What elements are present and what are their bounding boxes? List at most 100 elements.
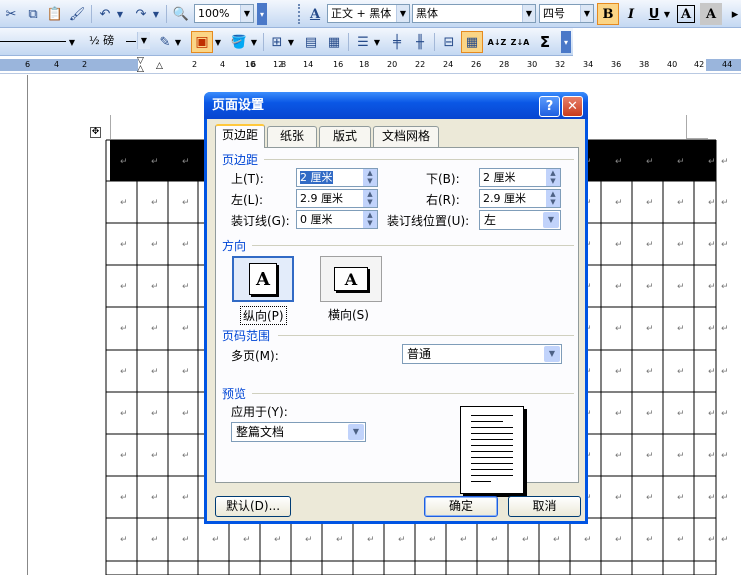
chevron-down-icon[interactable]: ▼: [348, 424, 364, 440]
cell-end-mark: ↵: [708, 535, 716, 545]
styles-icon[interactable]: A: [304, 3, 326, 25]
style-combo[interactable]: 正文 + 黑体 ▼: [327, 4, 410, 23]
chevron-down-icon[interactable]: ▼: [544, 346, 560, 362]
underline-dropdown-icon[interactable]: ▼: [662, 3, 672, 25]
tab-document-grid[interactable]: 文档网格: [373, 126, 439, 147]
chevron-down-icon[interactable]: ▼: [286, 31, 296, 53]
char-shading-button[interactable]: A: [700, 3, 722, 25]
help-button[interactable]: ?: [539, 96, 560, 117]
bottom-margin-spinner[interactable]: 2 厘米 ▲ ▼: [479, 168, 561, 187]
cell-end-mark: ↵: [336, 535, 344, 545]
chevron-down-icon[interactable]: ▼: [543, 212, 559, 228]
cell-end-mark: ↵: [677, 493, 685, 503]
font-value: 黑体: [416, 7, 438, 20]
char-border-button[interactable]: A: [677, 5, 695, 23]
zoom-combo[interactable]: 100% ▼: [194, 4, 254, 23]
chevron-down-icon[interactable]: ▼: [396, 5, 409, 22]
top-margin-spinner[interactable]: 2 厘米 ▲ ▼: [296, 168, 378, 187]
zoom-icon[interactable]: 🔍: [170, 3, 192, 25]
page-setup-dialog: 页面设置 ? ✕ 页边距 纸张 版式 文档网格 页边距 上(T): 2 厘米 ▲ ▼…: [204, 92, 588, 524]
autosum-icon[interactable]: Σ: [534, 31, 556, 53]
tab-panel: 页边距 上(T): 2 厘米 ▲ ▼ 下(B): 2 厘米 ▲ ▼ 左(L): 2.9 …: [215, 147, 579, 494]
right-margin-spinner[interactable]: 2.9 厘米 ▲ ▼: [479, 189, 561, 208]
line-style-preview[interactable]: [0, 41, 66, 42]
cell-end-mark: ↵: [615, 493, 623, 503]
landscape-label[interactable]: 横向(S): [328, 306, 369, 323]
shading-color-icon[interactable]: 🪣: [228, 31, 250, 53]
redo-icon[interactable]: ↷: [130, 3, 152, 25]
chevron-down-icon[interactable]: ▼: [66, 31, 78, 53]
ruler-number: 16: [333, 60, 344, 69]
align-icon[interactable]: ☰: [352, 31, 374, 53]
outside-border-icon[interactable]: ▣: [191, 31, 213, 53]
undo-icon[interactable]: ↶: [94, 3, 116, 25]
cell-end-mark: ↵: [646, 535, 654, 545]
chevron-down-icon[interactable]: ▼: [522, 5, 535, 22]
cell-end-mark: ↵: [151, 324, 159, 334]
portrait-option[interactable]: A: [232, 256, 294, 302]
split-cells-icon[interactable]: ▦: [323, 31, 345, 53]
paste-icon[interactable]: 📋: [44, 3, 66, 25]
spinner-arrows-icon[interactable]: ▲ ▼: [362, 190, 377, 207]
hanging-indent-marker[interactable]: △: [156, 61, 163, 71]
close-button[interactable]: ✕: [562, 96, 583, 117]
autofit-icon[interactable]: ▦: [461, 31, 483, 53]
tab-paper[interactable]: 纸张: [267, 126, 317, 147]
chevron-down-icon[interactable]: ▼: [137, 32, 150, 49]
left-margin-spinner[interactable]: 2.9 厘米 ▲ ▼: [296, 189, 378, 208]
cell-end-mark: ↵: [646, 451, 654, 461]
chevron-down-icon[interactable]: ▼: [213, 31, 223, 53]
apply-to-select[interactable]: 整篇文档 ▼: [231, 422, 366, 442]
spinner-arrows-icon[interactable]: ▲ ▼: [545, 169, 560, 186]
landscape-page-icon: A: [334, 267, 368, 291]
font-combo[interactable]: 黑体 ▼: [412, 4, 536, 23]
first-line-indent-marker[interactable]: ▽ △: [137, 57, 144, 74]
redo-dropdown-icon[interactable]: ▼: [150, 3, 162, 25]
chevron-down-icon[interactable]: ▼: [249, 31, 259, 53]
toolbar-grip[interactable]: [298, 4, 301, 24]
tab-layout[interactable]: 版式: [319, 126, 371, 147]
font-size-combo[interactable]: 四号 ▼: [539, 4, 594, 23]
multiple-pages-select[interactable]: 普通 ▼: [402, 344, 562, 364]
copy-icon[interactable]: ⧉: [22, 3, 44, 25]
italic-button[interactable]: I: [620, 3, 642, 25]
chevron-down-icon[interactable]: ▼: [240, 5, 253, 22]
distribute-columns-icon[interactable]: ╫: [409, 31, 431, 53]
distribute-rows-icon[interactable]: ╪: [386, 31, 408, 53]
chevron-down-icon[interactable]: ▼: [372, 31, 382, 53]
chevron-down-icon[interactable]: ▼: [580, 5, 593, 22]
chevron-down-icon[interactable]: ▼: [173, 31, 183, 53]
spinner-arrows-icon[interactable]: ▲ ▼: [362, 211, 377, 228]
sort-ascending-icon[interactable]: A↓Z: [486, 31, 508, 53]
ok-button[interactable]: 确定: [424, 496, 498, 517]
merge-cells-icon[interactable]: ▤: [300, 31, 322, 53]
gutter-position-select[interactable]: 左 ▼: [479, 210, 561, 230]
row-end-mark: ↵: [721, 198, 729, 208]
close-icon: ✕: [567, 99, 578, 114]
dialog-title[interactable]: 页面设置: [204, 92, 588, 119]
spinner-arrows-icon[interactable]: ▲ ▼: [362, 169, 377, 186]
tab-margins[interactable]: 页边距: [215, 124, 265, 148]
pages-section-title: 页码范围: [222, 329, 271, 343]
table-autoformat-icon[interactable]: ⊟: [438, 31, 460, 53]
default-button[interactable]: 默认(D)...: [215, 496, 291, 517]
gutter-spinner[interactable]: 0 厘米 ▲ ▼: [296, 210, 378, 229]
cancel-button[interactable]: 取消: [508, 496, 581, 517]
ruler-number: 14: [303, 60, 314, 69]
portrait-label[interactable]: 纵向(P): [240, 306, 287, 325]
cell-end-mark: ↵: [151, 157, 159, 167]
cut-icon[interactable]: ✂: [0, 3, 22, 25]
toolbar-options-icon[interactable]: ▾: [257, 3, 267, 25]
horizontal-ruler[interactable]: 6 4 2 ▽ △ △ 2 4 6 8 10 12 14 16 18 20 22 …: [0, 57, 741, 74]
toolbar-options-icon[interactable]: ▾: [561, 31, 571, 53]
line-weight-combo[interactable]: ½ 磅 ▼: [86, 32, 150, 51]
format-painter-icon[interactable]: 🖌: [66, 3, 88, 25]
sort-descending-icon[interactable]: Z↓A: [509, 31, 531, 53]
cell-end-mark: ↵: [615, 451, 623, 461]
landscape-option[interactable]: A: [320, 256, 382, 302]
insert-table-icon[interactable]: ⊞: [266, 31, 288, 53]
spinner-arrows-icon[interactable]: ▲ ▼: [545, 190, 560, 207]
undo-dropdown-icon[interactable]: ▼: [114, 3, 126, 25]
font-dropdown-icon[interactable]: ▸: [724, 3, 741, 25]
bold-button[interactable]: B: [597, 3, 619, 25]
